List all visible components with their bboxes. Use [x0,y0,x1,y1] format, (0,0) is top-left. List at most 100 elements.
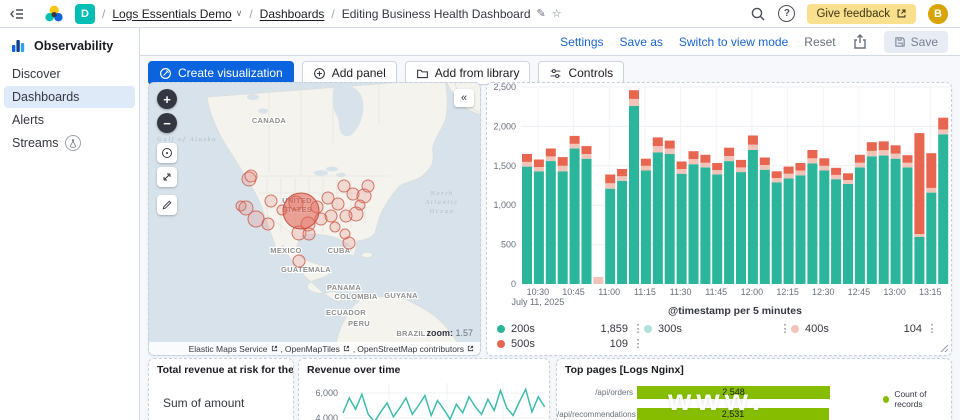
top-page-label: /api/recommendations [557,410,637,419]
legend-actions-icon[interactable]: ⋮ [779,322,791,335]
sidebar-item-alerts[interactable]: Alerts [4,109,135,131]
save-as-link[interactable]: Save as [620,35,663,49]
kibana-app: D / Logs Essentials Demo ∨ / Dashboards … [0,0,960,420]
x-axis-title: @timestamp per 5 minutes [521,305,949,317]
sidebar: Observability Discover Dashboards Alerts St… [0,28,140,420]
legend-label: 200s [511,323,600,335]
watermark: www. [668,384,765,418]
svg-text:MEXICO: MEXICO [270,246,301,255]
svg-text:GUATEMALA: GUATEMALA [281,265,331,274]
svg-text:CANADA: CANADA [252,116,287,125]
sidebar-item-dashboards[interactable]: Dashboards [4,86,135,108]
revenue-line-chart: 6,000 4,000 [299,359,550,420]
svg-text:13:15: 13:15 [919,287,942,297]
map-zoom-controls: + − [157,89,177,133]
sidebar-item-label: Streams [12,136,59,150]
svg-text:12:45: 12:45 [848,287,871,297]
svg-text:6,000: 6,000 [315,388,338,398]
map-panel: CANADAUNITEDSTATESMEXICOCUBAGUATEMALAPAN… [148,82,481,356]
map-set-view-icon[interactable] [157,143,177,163]
search-icon[interactable] [750,6,766,22]
breadcrumb-project[interactable]: Logs Essentials Demo [112,7,231,21]
svg-text:2,500: 2,500 [493,83,516,92]
dashboard-topnav: Settings Save as Switch to view mode Res… [140,28,960,56]
map-zoom-indicator: zoom: 1.57 [426,328,473,338]
svg-text:Gulf of Alaska: Gulf of Alaska [157,136,217,143]
save-button[interactable]: Save [884,31,948,53]
legend-dot [497,325,505,333]
legend-item-400s[interactable]: 400s104 ⋮ [791,321,938,336]
favorite-star-icon[interactable]: ☆ [552,7,562,20]
legend-label: Count of records [894,389,951,409]
panel-resize-handle[interactable] [940,344,949,353]
top-page-label: /api/orders [557,388,637,397]
svg-text:10:30: 10:30 [527,287,550,297]
legend-label: 500s [511,338,610,350]
chevron-down-icon[interactable]: ∨ [236,8,243,19]
svg-text:4,000: 4,000 [315,413,338,420]
map-zoom-out-button[interactable]: − [157,113,177,133]
give-feedback-label: Give feedback [816,8,890,20]
metric-value: 13,526.75 [165,416,293,420]
map-draw-tools-icon[interactable] [157,195,177,215]
legend-label: 400s [805,323,904,335]
zoom-value: 1.57 [455,328,473,338]
legend-item-500s[interactable]: 500s109 ⋮ [497,336,644,351]
legend-value: 109 [610,338,628,350]
legend-dot [644,325,652,333]
legend-dot [497,340,505,348]
legend-dot [883,396,889,403]
sliders-icon [549,67,562,80]
legend-actions-icon[interactable]: ⋮ [926,322,938,335]
external-link-icon [343,345,350,352]
map-expand-icon[interactable] [157,167,177,187]
sidebar-item-label: Dashboards [12,90,79,104]
svg-text:Ocean: Ocean [430,208,455,215]
switch-view-mode-link[interactable]: Switch to view mode [679,35,788,49]
panel-title: Total revenue at risk for the select... [149,359,293,376]
legend-item-200s[interactable]: 200s1,859 ⋮ [497,321,644,336]
sidebar-item-discover[interactable]: Discover [4,63,135,85]
observability-logo-icon [10,38,26,54]
svg-text:2,000: 2,000 [493,121,516,131]
map-canvas[interactable]: CANADAUNITEDSTATESMEXICOCUBAGUATEMALAPAN… [149,83,481,356]
chart-legend: 200s1,859⋮300s⋮400s104⋮500s109⋮ [497,321,947,351]
collapse-nav-icon[interactable] [9,6,25,22]
map-legend-collapse-button[interactable]: « [454,89,474,107]
legend-value: 104 [904,323,922,335]
attribution-link[interactable]: Elastic Maps Service [189,344,268,354]
legend-value: 1,859 [600,323,628,335]
share-icon[interactable] [852,34,868,50]
map-zoom-in-button[interactable]: + [157,89,177,109]
map-tool-controls [157,143,177,215]
attribution-link[interactable]: OpenStreetMap contributors [357,344,464,354]
add-panel-label: Add panel [332,66,386,80]
svg-text:11:00: 11:00 [598,287,620,297]
help-icon[interactable]: ? [778,5,795,22]
user-avatar[interactable]: B [928,4,948,24]
top-pages-legend[interactable]: Count of records [883,389,951,409]
give-feedback-button[interactable]: Give feedback [807,4,916,24]
breadcrumb-dashboards[interactable]: Dashboards [260,7,325,21]
edit-pencil-icon[interactable]: ✎ [537,7,546,20]
space-avatar[interactable]: D [75,4,95,24]
global-header: D / Logs Essentials Demo ∨ / Dashboards … [0,0,960,28]
svg-text:11:15: 11:15 [634,287,656,297]
zoom-label: zoom: [426,328,453,338]
legend-item-300s[interactable]: 300s⋮ [644,321,791,336]
create-visualization-label: Create visualization [178,66,283,80]
sidebar-item-streams[interactable]: Streams [4,132,135,154]
settings-link[interactable]: Settings [560,35,603,49]
dashboard-main: Create visualization Add panel Add from … [140,56,960,420]
legend-actions-icon[interactable]: ⋮ [632,322,644,335]
svg-text:11:45: 11:45 [705,287,727,297]
legend-actions-icon[interactable]: ⋮ [632,337,644,350]
page-title: Editing Business Health Dashboard [342,7,531,21]
solution-title: Observability [34,39,113,53]
sidebar-item-label: Discover [12,67,61,81]
revenue-over-time-panel: Revenue over time 6,0004,000 [298,358,550,420]
attribution-link[interactable]: OpenMapTiles [285,344,340,354]
breadcrumb-separator: / [102,7,105,21]
save-disk-icon [894,36,906,48]
reset-link[interactable]: Reset [804,35,835,49]
